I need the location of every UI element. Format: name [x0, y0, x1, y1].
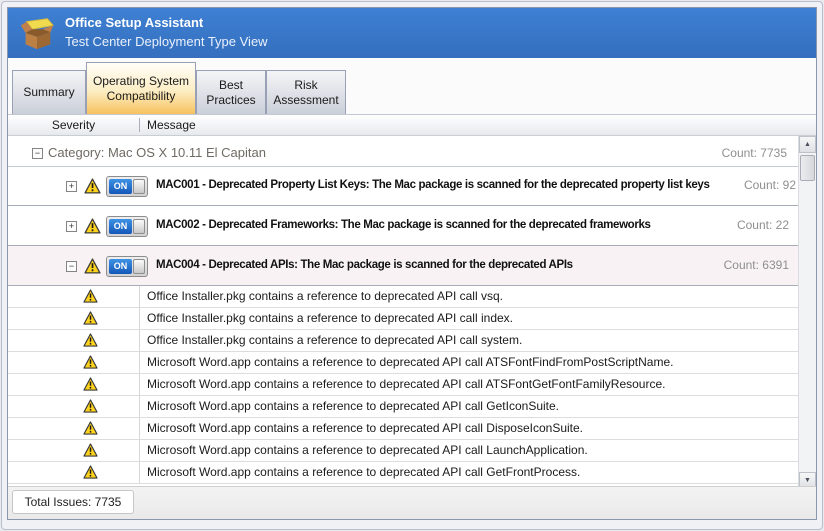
toggle-on-label: ON	[109, 179, 132, 194]
warning-triangle-icon	[83, 289, 98, 303]
column-separator	[139, 118, 140, 132]
issue-message: Microsoft Word.app contains a reference …	[147, 352, 795, 373]
title-bar: Office Setup Assistant Test Center Deplo…	[8, 8, 816, 58]
toggle-on-label: ON	[109, 259, 132, 274]
issue-message: Microsoft Word.app contains a reference …	[147, 374, 795, 395]
toggle-knob	[133, 179, 145, 194]
issue-row[interactable]: Office Installer.pkg contains a referenc…	[8, 308, 799, 330]
tab-strip: Summary Operating System Compatibility B…	[8, 58, 816, 114]
issue-row[interactable]: Office Installer.pkg contains a referenc…	[8, 330, 799, 352]
tab-risk-assessment[interactable]: Risk Assessment	[266, 70, 346, 114]
rule-count: Count: 22	[737, 206, 789, 245]
severity-cell	[8, 286, 140, 307]
warning-triangle-icon	[84, 178, 101, 194]
window-frame: Office Setup Assistant Test Center Deplo…	[1, 1, 823, 530]
toggle-knob	[133, 259, 145, 274]
rule-toggle[interactable]: ON	[106, 216, 148, 237]
rule-title: MAC002 - Deprecated Frameworks: The Mac …	[156, 206, 734, 245]
category-row[interactable]: − Category: Mac OS X 10.11 El Capitan Co…	[8, 140, 799, 167]
toggle-on-label: ON	[109, 219, 132, 234]
column-header-message[interactable]: Message	[147, 115, 196, 135]
severity-cell	[8, 418, 140, 439]
collapse-icon[interactable]: −	[66, 261, 77, 272]
warning-triangle-icon	[83, 333, 98, 347]
total-issues-badge: Total Issues: 7735	[12, 490, 134, 514]
status-bar: Total Issues: 7735	[8, 486, 816, 519]
results-grid: − Category: Mac OS X 10.11 El Capitan Co…	[8, 136, 816, 489]
rule-toggle[interactable]: ON	[106, 256, 148, 277]
open-package-box-icon	[18, 14, 56, 52]
issue-row[interactable]: Microsoft Word.app contains a reference …	[8, 352, 799, 374]
severity-cell	[8, 396, 140, 417]
issue-message: Microsoft Word.app contains a reference …	[147, 440, 795, 461]
app-subtitle: Test Center Deployment Type View	[65, 34, 268, 49]
issue-row[interactable]: Microsoft Word.app contains a reference …	[8, 462, 799, 484]
warning-triangle-icon	[83, 311, 98, 325]
warning-triangle-icon	[84, 218, 101, 234]
rule-title: MAC001 - Deprecated Property List Keys: …	[156, 166, 734, 205]
issue-message: Microsoft Word.app contains a reference …	[147, 462, 795, 483]
expand-icon[interactable]: +	[66, 181, 77, 192]
tab-operating-system-compatibility[interactable]: Operating System Compatibility	[86, 62, 196, 114]
issue-message: Microsoft Word.app contains a reference …	[147, 418, 795, 439]
warning-triangle-icon	[83, 355, 98, 369]
scrollbar-thumb[interactable]	[800, 155, 815, 181]
collapse-icon[interactable]: −	[32, 148, 43, 159]
tab-summary[interactable]: Summary	[12, 70, 86, 114]
app-title: Office Setup Assistant	[65, 15, 268, 30]
warning-triangle-icon	[83, 377, 98, 391]
issue-message: Office Installer.pkg contains a referenc…	[147, 330, 795, 351]
severity-cell	[8, 330, 140, 351]
severity-cell	[8, 352, 140, 373]
issue-message: Microsoft Word.app contains a reference …	[147, 396, 795, 417]
issue-row[interactable]: Office Installer.pkg contains a referenc…	[8, 286, 799, 308]
severity-cell	[8, 374, 140, 395]
rule-toggle[interactable]: ON	[106, 176, 148, 197]
rule-count: Count: 6391	[724, 246, 789, 285]
toggle-knob	[133, 219, 145, 234]
vertical-scrollbar[interactable]: ▲ ▼	[798, 136, 816, 489]
issue-row[interactable]: Microsoft Word.app contains a reference …	[8, 440, 799, 462]
grid-column-header: Severity Message	[8, 114, 816, 136]
app-window: Office Setup Assistant Test Center Deplo…	[7, 7, 817, 520]
rule-title: MAC004 - Deprecated APIs: The Mac packag…	[156, 246, 734, 285]
warning-triangle-icon	[83, 465, 98, 479]
tab-best-practices[interactable]: Best Practices	[196, 70, 266, 114]
warning-triangle-icon	[83, 443, 98, 457]
category-label: Category: Mac OS X 10.11 El Capitan	[48, 140, 266, 166]
severity-cell	[8, 462, 140, 483]
column-header-severity[interactable]: Severity	[8, 115, 139, 135]
rule-count: Count: 92	[744, 166, 796, 205]
rule-row-mac002[interactable]: + ON MAC002 - Deprecated Frameworks: The…	[8, 206, 799, 246]
issue-row[interactable]: Microsoft Word.app contains a reference …	[8, 374, 799, 396]
warning-triangle-icon	[84, 258, 101, 274]
warning-triangle-icon	[83, 421, 98, 435]
issue-row[interactable]: Microsoft Word.app contains a reference …	[8, 396, 799, 418]
issue-message: Office Installer.pkg contains a referenc…	[147, 308, 795, 329]
issue-row[interactable]: Microsoft Word.app contains a reference …	[8, 418, 799, 440]
severity-cell	[8, 440, 140, 461]
severity-cell	[8, 308, 140, 329]
rule-row-mac004[interactable]: − ON MAC004 - Deprecated APIs: The Mac p…	[8, 246, 799, 286]
issue-message: Office Installer.pkg contains a referenc…	[147, 286, 795, 307]
scroll-up-icon[interactable]: ▲	[799, 136, 816, 153]
expand-icon[interactable]: +	[66, 221, 77, 232]
category-count: Count: 7735	[722, 140, 787, 166]
rule-row-mac001[interactable]: + ON MAC001 - Deprecated Property List K…	[8, 166, 799, 206]
warning-triangle-icon	[83, 399, 98, 413]
